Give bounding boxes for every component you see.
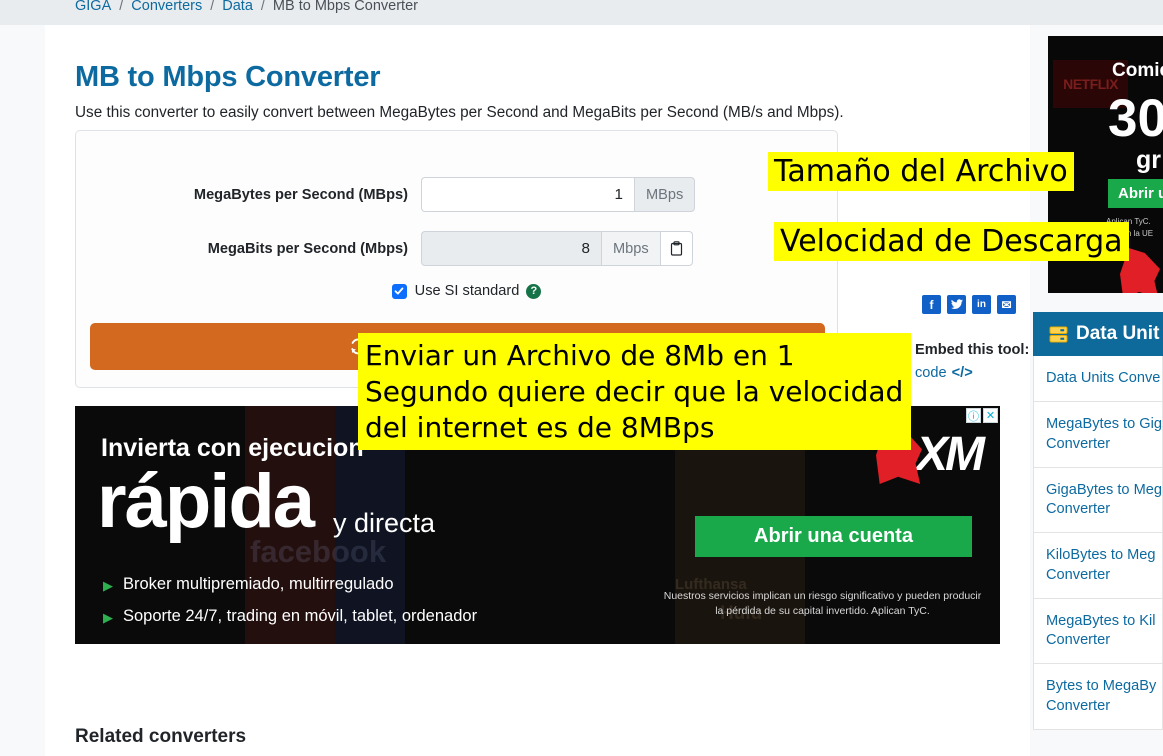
megabytes-input[interactable] [421, 177, 634, 212]
annotation-file-size: Tamaño del Archivo [768, 152, 1074, 191]
copy-result-button[interactable] [660, 231, 693, 266]
sidebar-item-bytes-to-megabytes[interactable]: Bytes to MegaBy Converter [1034, 664, 1162, 729]
ad-cta-button[interactable]: Abrir una cuenta [695, 516, 972, 557]
breadcrumb-item-current: MB to Mbps Converter [272, 0, 418, 14]
breadcrumb-bar: GIGA / Converters / Data / MB to Mbps Co… [0, 0, 1163, 25]
breadcrumb-item-giga[interactable]: GIGA [75, 0, 111, 14]
use-si-standard-checkbox[interactable] [391, 283, 407, 299]
sidebar-item-label: GigaBytes to Meg [1046, 481, 1162, 498]
sidebar-item-megabytes-to-kilobytes[interactable]: MegaBytes to Kil Converter [1034, 599, 1162, 665]
breadcrumb-item-data[interactable]: Data [222, 0, 253, 14]
embed-title: Embed this tool: [915, 342, 1030, 358]
sidebar-item-data-units-converter[interactable]: Data Units Conve [1034, 356, 1162, 403]
page-title: MB to Mbps Converter [75, 61, 381, 94]
converter-row-output: MegaBits per Second (Mbps) Mbps [76, 231, 837, 266]
breadcrumb-separator: / [260, 0, 265, 14]
ad-close-icon[interactable]: ✕ [983, 408, 998, 423]
code-tag-icon: </> [951, 365, 973, 381]
converter-row-input: MegaBytes per Second (MBps) MBps [76, 177, 837, 212]
data-unit-widget-title: Data Unit [1076, 323, 1160, 344]
bullet-arrow-icon: ▶ [103, 578, 113, 593]
sidebar-item-label-2: Converter [1046, 566, 1111, 583]
page-description: Use this converter to easily convert bet… [75, 104, 844, 122]
sidebar-item-label: MegaBytes to Kil [1046, 612, 1156, 629]
sidebar-item-label-2: Converter [1046, 697, 1111, 714]
breadcrumb-separator: / [210, 0, 215, 14]
ad-bullet-2: Soporte 24/7, trading en móvil, tablet, … [123, 607, 478, 625]
check-icon [394, 287, 404, 295]
ad-disclaimer: Nuestros servicios implican un riesgo si… [663, 590, 982, 618]
xm-wordmark: XM [916, 427, 985, 481]
breadcrumb: GIGA / Converters / Data / MB to Mbps Co… [75, 0, 418, 14]
email-icon[interactable]: ✉ [997, 295, 1016, 314]
share-buttons: f in ✉ [922, 295, 1016, 314]
breadcrumb-item-converters[interactable]: Converters [131, 0, 202, 14]
sidebar-item-megabytes-to-gigabytes[interactable]: MegaBytes to Gig Converter [1034, 402, 1162, 468]
megabytes-unit-addon: MBps [634, 177, 696, 212]
sidebar-item-label: Data Units Conve [1046, 370, 1161, 386]
sidebar-item-gigabytes-to-megabytes[interactable]: GigaBytes to Meg Converter [1034, 468, 1162, 534]
side-ad-headline-1: Comie [1112, 60, 1163, 81]
question-mark-icon[interactable]: ? [526, 283, 542, 299]
megabits-unit-addon: Mbps [601, 231, 661, 266]
page-root: GIGA / Converters / Data / MB to Mbps Co… [0, 0, 1163, 756]
clipboard-icon [670, 241, 682, 256]
breadcrumb-separator: / [119, 0, 124, 14]
side-ad-headline-3: gr [1136, 146, 1161, 174]
linkedin-icon[interactable]: in [972, 295, 991, 314]
side-ad-headline-2: 30 [1108, 89, 1163, 148]
ad-controls: ⓘ ✕ [966, 408, 998, 423]
ad-headline-3: y directa [333, 508, 436, 538]
megabits-output[interactable] [421, 231, 601, 266]
sidebar-item-kilobytes-to-megabytes[interactable]: KiloBytes to Meg Converter [1034, 533, 1162, 599]
side-ad-cta-button[interactable]: Abrir u [1108, 179, 1163, 208]
sidebar-item-label: Bytes to MegaBy [1046, 678, 1157, 695]
sidebar-item-label-2: Converter [1046, 501, 1111, 517]
embed-code-link[interactable]: code </> [915, 365, 973, 381]
data-unit-widget-list: Data Units Conve MegaBytes to Gig Conver… [1033, 356, 1163, 730]
twitter-bird-glyph [950, 299, 963, 309]
sidebar-item-label: KiloBytes to Meg [1046, 547, 1156, 564]
annotation-explanation: Enviar un Archivo de 8Mb en 1 Segundo qu… [358, 333, 911, 451]
facebook-icon[interactable]: f [922, 295, 941, 314]
si-standard-row: Use SI standard ? [76, 283, 837, 299]
ad-info-icon[interactable]: ⓘ [966, 408, 981, 423]
sidebar-item-label: MegaBytes to Gig [1046, 416, 1162, 433]
sidebar-item-label-2: Converter [1046, 632, 1111, 648]
megabits-label: MegaBits per Second (Mbps) [207, 240, 408, 257]
megabytes-input-group: MBps [421, 177, 696, 212]
twitter-icon[interactable] [947, 295, 966, 314]
ad-bullet-1: Broker multipremiado, multirregulado [123, 575, 394, 593]
ad-headline-2: rápida [97, 459, 315, 544]
use-si-standard-label: Use SI standard [414, 283, 520, 299]
sidebar-item-label-2: Converter [1046, 435, 1111, 452]
annotation-download-speed: Velocidad de Descarga [774, 222, 1129, 261]
data-unit-widget: Data Unit Data Units Conve MegaBytes to … [1033, 312, 1163, 730]
related-converters-title: Related converters [75, 726, 247, 747]
megabits-input-group: Mbps [421, 231, 693, 266]
embed-code-label: code [915, 365, 947, 381]
bullet-arrow-icon: ▶ [103, 610, 113, 625]
megabytes-label: MegaBytes per Second (MBps) [193, 186, 408, 203]
data-unit-widget-header: Data Unit [1033, 312, 1163, 356]
server-icon [1049, 325, 1068, 343]
